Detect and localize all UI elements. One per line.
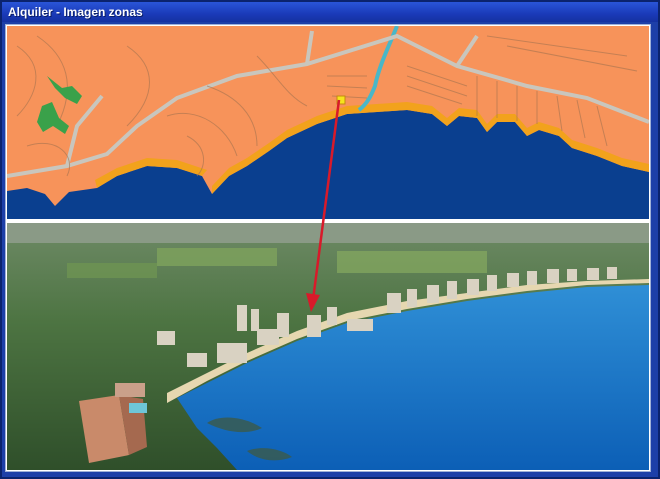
window-title: Alquiler - Imagen zonas [8,5,143,19]
app-window: Alquiler - Imagen zonas [0,0,660,479]
image-viewer [5,24,651,472]
title-bar[interactable]: Alquiler - Imagen zonas [2,2,658,22]
location-arrow [306,99,341,312]
